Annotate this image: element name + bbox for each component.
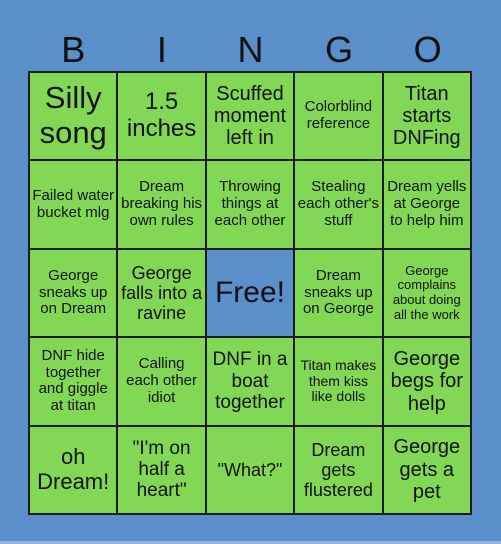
bingo-cell[interactable]: Failed water bucket mlg bbox=[30, 161, 117, 248]
bingo-cell[interactable]: Dream sneaks up on George bbox=[295, 249, 382, 337]
bingo-cell[interactable]: DNF in a boat together bbox=[206, 338, 294, 425]
bingo-cell[interactable]: Dream gets flustered bbox=[295, 426, 382, 513]
header-letter-i: I bbox=[156, 29, 167, 70]
header-letter-o: O bbox=[413, 29, 442, 70]
header-letter-g: G bbox=[325, 29, 354, 70]
header-letter-b: B bbox=[61, 29, 86, 70]
bingo-cell[interactable]: Stealing each other's stuff bbox=[295, 161, 382, 248]
bingo-cell[interactable]: Silly song bbox=[30, 73, 117, 160]
bingo-cell[interactable]: Titan makes them kiss like dolls bbox=[295, 338, 382, 425]
header-letter-n: N bbox=[237, 29, 264, 70]
bingo-cell[interactable]: George begs for help bbox=[383, 338, 470, 425]
bingo-cell[interactable]: "I'm on half a heart" bbox=[118, 426, 205, 513]
bingo-cell[interactable]: George falls into a ravine bbox=[118, 249, 205, 337]
bingo-header: B I N G O bbox=[29, 30, 472, 70]
bingo-cell[interactable]: Titan starts DNFing bbox=[383, 73, 470, 160]
bingo-grid: Silly song 1.5 inches Scuffed moment lef… bbox=[28, 71, 472, 515]
bingo-cell[interactable]: Throwing things at each other bbox=[206, 161, 294, 248]
bingo-cell[interactable]: Calling each other idiot bbox=[118, 338, 205, 425]
free-space-cell[interactable]: Free! bbox=[206, 249, 294, 337]
bingo-cell[interactable]: George complains about doing all the wor… bbox=[383, 249, 470, 337]
bingo-cell[interactable]: Dream yells at George to help him bbox=[383, 161, 470, 248]
bingo-cell[interactable]: 1.5 inches bbox=[118, 73, 205, 160]
bingo-cell[interactable]: George sneaks up on Dream bbox=[30, 249, 117, 337]
bingo-cell[interactable]: oh Dream! bbox=[30, 426, 117, 513]
bingo-cell[interactable]: DNF hide together and giggle at titan bbox=[30, 338, 117, 425]
bingo-cell[interactable]: Dream breaking his own rules bbox=[118, 161, 205, 248]
bingo-cell[interactable]: "What?" bbox=[206, 426, 294, 513]
bingo-cell[interactable]: Scuffed moment left in bbox=[206, 73, 294, 160]
bingo-cell[interactable]: Colorblind reference bbox=[295, 73, 382, 160]
bingo-cell[interactable]: George gets a pet bbox=[383, 426, 470, 513]
